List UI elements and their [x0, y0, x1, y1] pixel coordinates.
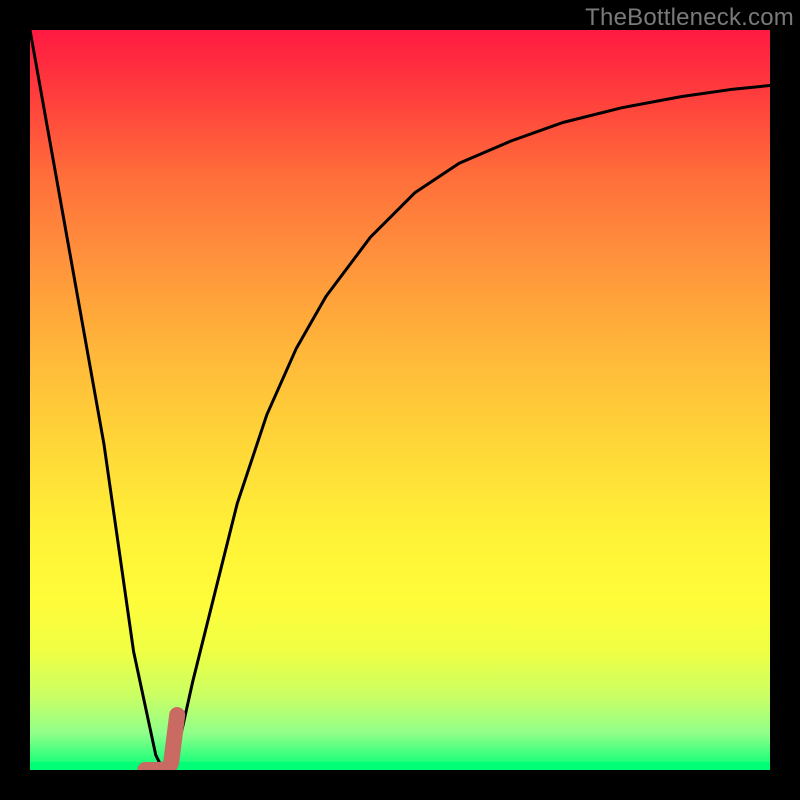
plot-area: [30, 30, 770, 770]
chart-frame: TheBottleneck.com: [0, 0, 800, 800]
watermark-text: TheBottleneck.com: [585, 4, 794, 32]
selection-marker: [30, 30, 770, 770]
